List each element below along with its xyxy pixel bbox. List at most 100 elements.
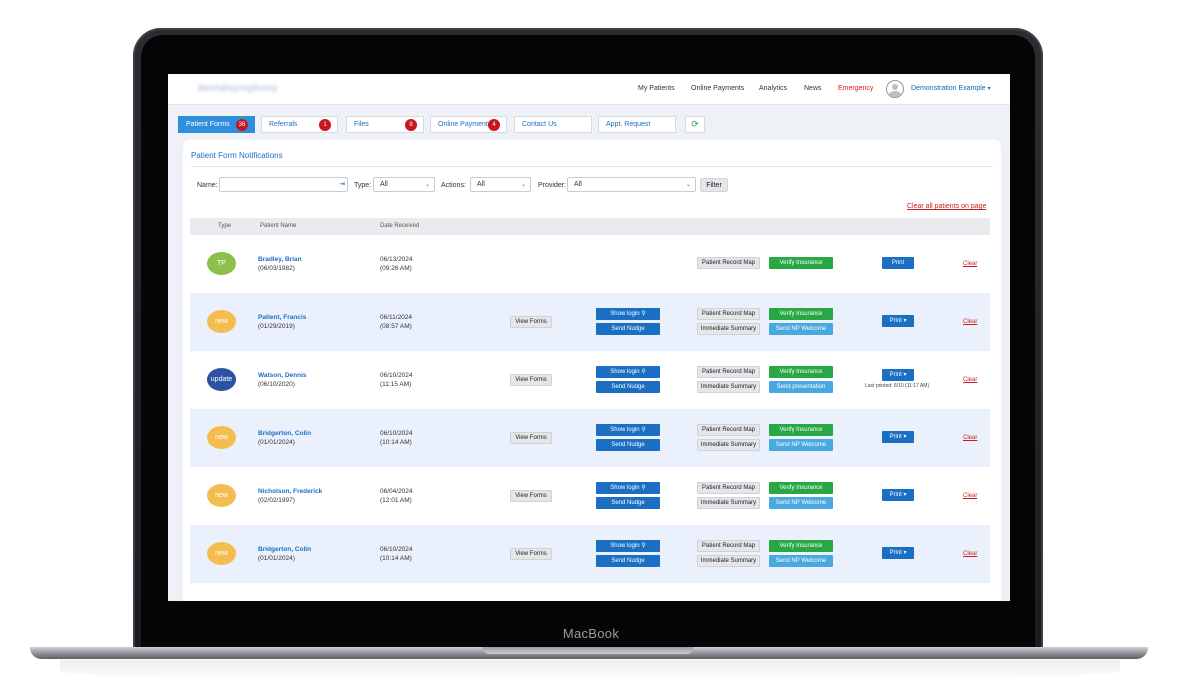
nav-news[interactable]: News — [804, 85, 822, 92]
tab-referrals[interactable]: Referrals 1 — [261, 116, 338, 133]
patient-dob: (06/10/2020) — [258, 381, 295, 388]
send-nudge-button[interactable]: Send Nudge — [596, 439, 660, 451]
view-forms-button[interactable]: View Forms — [510, 316, 552, 328]
print-button[interactable]: Print ▾ — [882, 547, 914, 559]
send-welcome-button[interactable]: Send NP Welcome — [769, 555, 833, 567]
clear-all-link[interactable]: Clear all patients on page — [907, 203, 986, 210]
search-go-icon[interactable]: ⇥ — [339, 180, 345, 188]
caret-down-icon: ▾ — [987, 86, 991, 92]
type-filter-label: Type: — [354, 182, 372, 189]
form-type-badge: new — [207, 426, 236, 449]
view-forms-button[interactable]: View Forms — [510, 432, 552, 444]
print-button[interactable]: Print — [882, 257, 914, 269]
patient-record-map-button[interactable]: Patient Record Map — [697, 482, 760, 494]
nav-my-patients[interactable]: My Patients — [638, 85, 675, 92]
patient-record-map-button[interactable]: Patient Record Map — [697, 366, 760, 378]
patient-name-link[interactable]: Bridgerton, Colin — [258, 430, 311, 437]
tab-patient-forms[interactable]: Patient Forms 36 — [178, 116, 255, 133]
send-welcome-button[interactable]: Send NP Welcome — [769, 497, 833, 509]
send-nudge-button[interactable]: Send Nudge — [596, 323, 660, 335]
patient-name-link[interactable]: Patient, Francis — [258, 314, 306, 321]
actions-filter-select[interactable]: All ⌄ — [470, 177, 531, 192]
provider-filter-label: Provider: — [538, 182, 567, 189]
nav-online-payments[interactable]: Online Payments — [691, 85, 744, 92]
verify-insurance-button[interactable]: Verify Insurance — [769, 366, 833, 378]
verify-insurance-button[interactable]: Verify Insurance — [769, 424, 833, 436]
date-received: 06/04/2024 (12:01 AM) — [380, 488, 413, 504]
show-login-button[interactable]: Show login ⚲ — [596, 424, 660, 436]
notifications-panel: Patient Form Notifications Name: ⇥ Type:… — [183, 140, 1001, 601]
header-patient-name: Patient Name — [260, 223, 297, 229]
verify-insurance-button[interactable]: Verify Insurance — [769, 482, 833, 494]
table-row: TP Bradley, Brian (06/03/1982) 06/13/2024 (0… — [190, 235, 990, 293]
view-forms-button[interactable]: View Forms — [510, 374, 552, 386]
patient-record-map-button[interactable]: Patient Record Map — [697, 540, 760, 552]
immediate-summary-button[interactable]: Immediate Summary — [697, 381, 760, 393]
view-forms-button[interactable]: View Forms — [510, 548, 552, 560]
print-button[interactable]: Print ▾ — [882, 431, 914, 443]
key-icon: ⚲ — [641, 427, 646, 433]
chevron-down-icon: ⌄ — [520, 182, 526, 188]
tab-badge: 8 — [405, 119, 417, 131]
send-welcome-button[interactable]: Send presentation — [769, 381, 833, 393]
key-icon: ⚲ — [641, 543, 646, 549]
tab-contact-us[interactable]: Contact Us — [514, 116, 592, 133]
patient-name-link[interactable]: Bradley, Brian — [258, 256, 302, 263]
show-login-button[interactable]: Show login ⚲ — [596, 366, 660, 378]
clear-row-link[interactable]: Clear — [963, 319, 977, 325]
type-filter-select[interactable]: All ⌄ — [373, 177, 435, 192]
table-row: new Bridgerton, Colin (01/01/2024) 06/10/20… — [190, 409, 990, 467]
name-filter-input[interactable]: ⇥ — [219, 177, 348, 192]
show-login-button[interactable]: Show login ⚲ — [596, 540, 660, 552]
patient-record-map-button[interactable]: Patient Record Map — [697, 308, 760, 320]
patient-record-map-button[interactable]: Patient Record Map — [697, 257, 760, 269]
filter-button[interactable]: Filter — [700, 178, 728, 192]
clear-row-link[interactable]: Clear — [963, 493, 977, 499]
clear-row-link[interactable]: Clear — [963, 435, 977, 441]
show-login-button[interactable]: Show login ⚲ — [596, 308, 660, 320]
immediate-summary-button[interactable]: Immediate Summary — [697, 323, 760, 335]
app-screen: dentalsymphony My Patients Online Paymen… — [168, 74, 1010, 601]
send-welcome-button[interactable]: Send NP Welcome — [769, 323, 833, 335]
immediate-summary-button[interactable]: Immediate Summary — [697, 497, 760, 509]
user-menu[interactable]: Demonstration Example ▾ — [911, 85, 991, 92]
tab-label: Files — [354, 121, 369, 128]
send-welcome-button[interactable]: Send NP Welcome — [769, 439, 833, 451]
nav-emergency[interactable]: Emergency — [838, 85, 873, 92]
refresh-button[interactable]: ⟳ — [685, 116, 705, 133]
caret-down-icon: ▾ — [903, 372, 907, 378]
patient-dob: (06/03/1982) — [258, 265, 295, 272]
show-login-button[interactable]: Show login ⚲ — [596, 482, 660, 494]
print-button[interactable]: Print ▾ — [882, 369, 914, 381]
patient-name-link[interactable]: Bridgerton, Colin — [258, 546, 311, 553]
print-button[interactable]: Print ▾ — [882, 489, 914, 501]
send-nudge-button[interactable]: Send Nudge — [596, 381, 660, 393]
send-nudge-button[interactable]: Send Nudge — [596, 497, 660, 509]
patient-name-link[interactable]: Nicholson, Frederick — [258, 488, 322, 495]
app-logo[interactable]: dentalsymphony — [198, 83, 278, 94]
clear-row-link[interactable]: Clear — [963, 261, 977, 267]
tab-label: Contact Us — [522, 121, 557, 128]
print-button[interactable]: Print ▾ — [882, 315, 914, 327]
caret-down-icon: ▾ — [903, 318, 907, 324]
table-row: new Patient, Francis (01/29/2019) 06/11/202… — [190, 293, 990, 351]
patient-record-map-button[interactable]: Patient Record Map — [697, 424, 760, 436]
immediate-summary-button[interactable]: Immediate Summary — [697, 439, 760, 451]
avatar-icon[interactable] — [886, 80, 904, 98]
provider-filter-select[interactable]: All ⌄ — [567, 177, 696, 192]
patient-name-link[interactable]: Watson, Dennis — [258, 372, 307, 379]
view-forms-button[interactable]: View Forms — [510, 490, 552, 502]
verify-insurance-button[interactable]: Verify Insurance — [769, 308, 833, 320]
immediate-summary-button[interactable]: Immediate Summary — [697, 555, 760, 567]
table-row: new Nicholson, Frederick (02/02/1997) 06/04… — [190, 467, 990, 525]
tab-appt-request[interactable]: Appt. Request — [598, 116, 676, 133]
tab-online-payments[interactable]: Online Payments 4 — [430, 116, 507, 133]
send-nudge-button[interactable]: Send Nudge — [596, 555, 660, 567]
clear-row-link[interactable]: Clear — [963, 377, 977, 383]
verify-insurance-button[interactable]: Verify Insurance — [769, 540, 833, 552]
tab-files[interactable]: Files 8 — [346, 116, 424, 133]
key-icon: ⚲ — [641, 311, 646, 317]
nav-analytics[interactable]: Analytics — [759, 85, 787, 92]
clear-row-link[interactable]: Clear — [963, 551, 977, 557]
verify-insurance-button[interactable]: Verify Insurance — [769, 257, 833, 269]
